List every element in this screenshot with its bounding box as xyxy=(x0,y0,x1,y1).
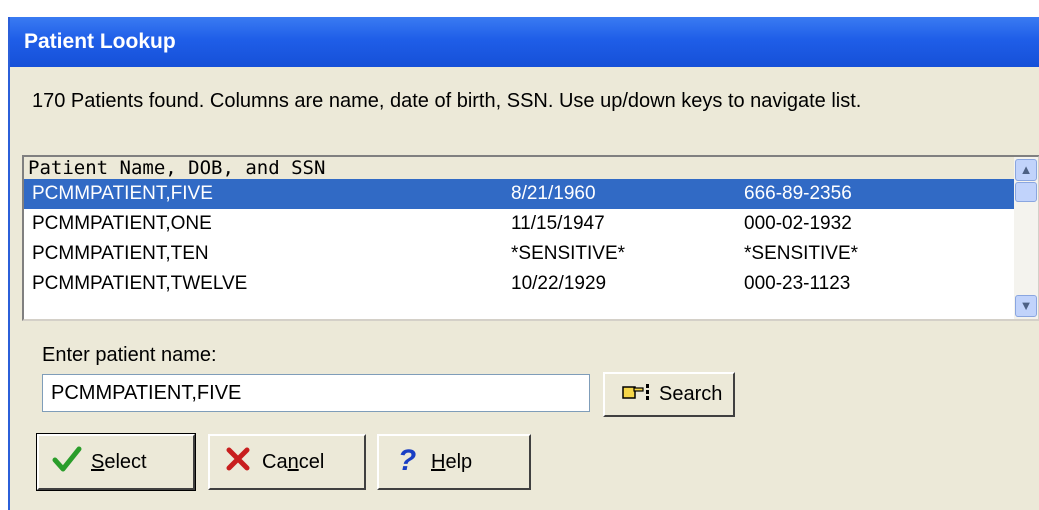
row-ssn: 000-23-1123 xyxy=(744,273,851,294)
pointing-hand-icon xyxy=(619,380,651,410)
row-dob: 10/22/1929 xyxy=(511,273,607,294)
list-row[interactable]: PCMMPATIENT,TEN *SENSITIVE* *SENSITIVE* xyxy=(24,239,1014,269)
row-dob: *SENSITIVE* xyxy=(511,243,626,264)
patient-lookup-window: Patient Lookup 170 Patients found. Colum… xyxy=(8,17,1039,510)
patient-name-label: Enter patient name: xyxy=(42,344,217,366)
list-row[interactable]: PCMMPATIENT,TWELVE 10/22/1929 000-23-112… xyxy=(24,269,1014,299)
row-ssn: *SENSITIVE* xyxy=(744,243,859,264)
row-dob: 11/15/1947 xyxy=(511,213,605,234)
row-ssn: 000-02-1932 xyxy=(744,213,852,234)
list-header: Patient Name, DOB, and SSN xyxy=(24,157,1018,179)
scroll-up-button[interactable]: ▲ xyxy=(1015,159,1037,181)
question-icon: ? xyxy=(391,443,423,481)
row-name: PCMMPATIENT,TEN xyxy=(32,243,209,264)
select-label: Select xyxy=(91,450,147,473)
list-row[interactable]: PCMMPATIENT,FIVE 8/21/1960 666-89-2356 xyxy=(24,179,1014,209)
results-info-text: 170 Patients found. Columns are name, da… xyxy=(32,90,862,112)
search-button[interactable]: Search xyxy=(603,372,735,417)
scroll-thumb[interactable] xyxy=(1015,182,1037,202)
cancel-label: Cancel xyxy=(262,450,325,473)
x-icon xyxy=(222,445,254,479)
help-label: Help xyxy=(431,450,473,473)
scroll-down-button[interactable]: ▼ xyxy=(1015,295,1037,317)
list-scrollbar[interactable]: ▲ ▼ xyxy=(1014,157,1038,319)
window-title: Patient Lookup xyxy=(10,17,1039,67)
select-button[interactable]: Select xyxy=(36,433,196,491)
list-row[interactable]: PCMMPATIENT,ONE 11/15/1947 000-02-1932 xyxy=(24,209,1014,239)
search-label: Search xyxy=(659,383,723,405)
row-name: PCMMPATIENT,FIVE xyxy=(32,183,213,204)
patient-name-input[interactable] xyxy=(42,374,590,412)
cancel-button[interactable]: Cancel xyxy=(208,434,366,490)
row-dob: 8/21/1960 xyxy=(511,183,596,204)
row-name: PCMMPATIENT,ONE xyxy=(32,213,212,234)
help-button[interactable]: ? Help xyxy=(377,434,531,490)
svg-text:?: ? xyxy=(398,444,416,475)
patient-list[interactable]: Patient Name, DOB, and SSN PCMMPATIENT,F… xyxy=(22,155,1039,321)
checkmark-icon xyxy=(51,445,83,479)
row-ssn: 666-89-2356 xyxy=(744,183,852,204)
row-name: PCMMPATIENT,TWELVE xyxy=(32,273,248,294)
